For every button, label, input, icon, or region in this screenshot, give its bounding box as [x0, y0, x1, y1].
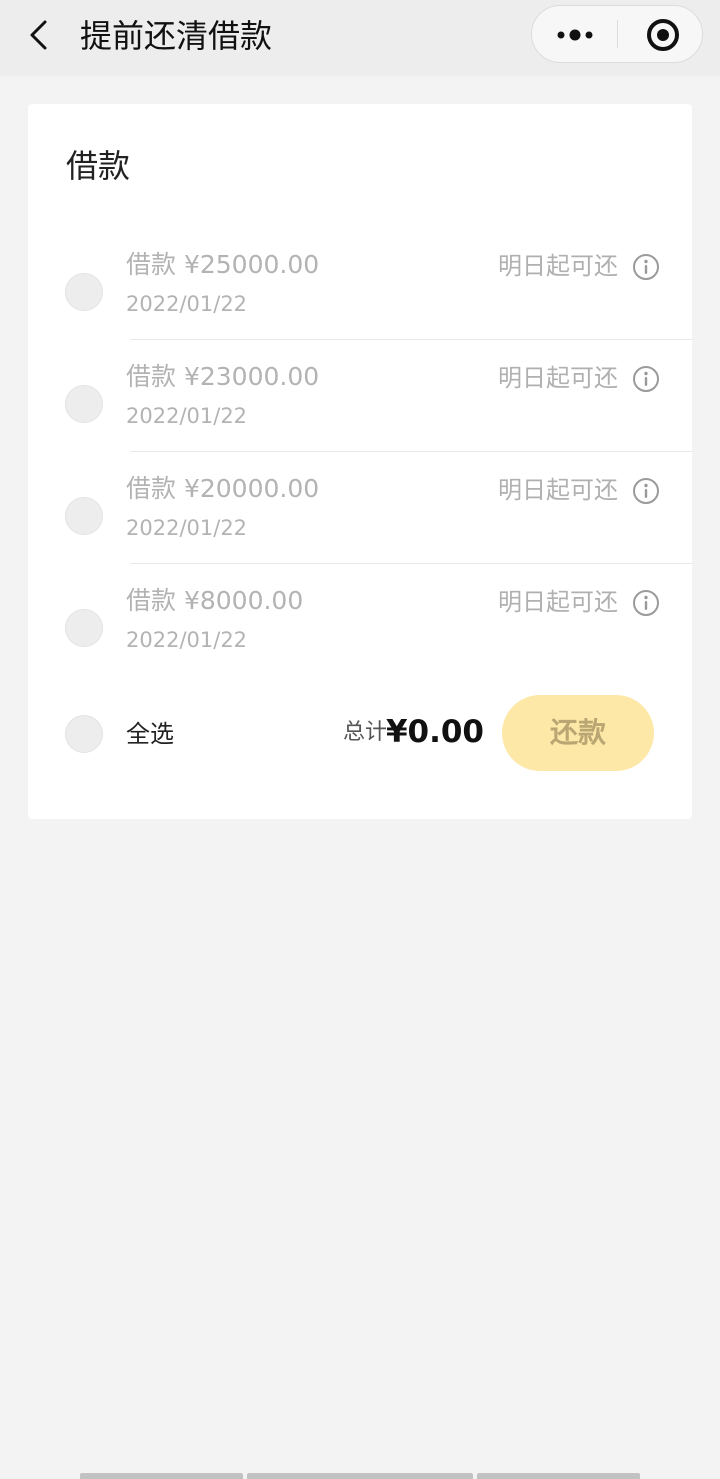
loan-amount: 借款 ¥23000.00 — [126, 362, 320, 391]
loan-amount: 借款 ¥20000.00 — [126, 474, 320, 503]
loan-radio[interactable] — [65, 497, 103, 535]
loan-radio[interactable] — [65, 273, 103, 311]
loan-amount: 借款 ¥25000.00 — [126, 250, 320, 279]
select-all-radio[interactable] — [65, 715, 103, 753]
page-title: 提前还清借款 — [80, 17, 273, 55]
more-button[interactable] — [532, 6, 617, 62]
loan-status: 明日起可还 — [498, 588, 618, 616]
info-icon — [633, 478, 659, 504]
loan-row[interactable]: 借款 ¥8000.00 2022/01/22 明日起可还 — [28, 564, 692, 676]
repay-button[interactable]: 还款 — [502, 695, 654, 771]
home-indicator-segment — [80, 1473, 243, 1479]
loan-date: 2022/01/22 — [126, 628, 248, 652]
total-value: ¥0.00 — [385, 714, 484, 750]
mini-program-capsule — [531, 5, 703, 63]
loan-date: 2022/01/22 — [126, 404, 248, 428]
back-button[interactable] — [18, 14, 62, 58]
loan-row[interactable]: 借款 ¥23000.00 2022/01/22 明日起可还 — [28, 340, 692, 452]
chevron-left-icon — [30, 20, 47, 50]
info-button[interactable] — [632, 365, 660, 393]
loan-row[interactable]: 借款 ¥20000.00 2022/01/22 明日起可还 — [28, 452, 692, 564]
loan-radio[interactable] — [65, 609, 103, 647]
select-all-label[interactable]: 全选 — [126, 718, 174, 750]
target-circle-icon — [647, 19, 679, 51]
loan-date: 2022/01/22 — [126, 292, 248, 316]
info-button[interactable] — [632, 589, 660, 617]
info-icon — [633, 590, 659, 616]
loan-card: 借款 借款 ¥25000.00 2022/01/22 明日起可还 借款 ¥230… — [28, 104, 692, 819]
more-dots-icon — [557, 29, 593, 41]
home-indicator-segment — [477, 1473, 640, 1479]
card-title: 借款 — [66, 147, 131, 185]
loan-amount: 借款 ¥8000.00 — [126, 586, 304, 615]
loan-date: 2022/01/22 — [126, 516, 248, 540]
repay-footer: 全选 总计 ¥0.00 还款 — [28, 694, 692, 774]
info-icon — [633, 366, 659, 392]
info-button[interactable] — [632, 253, 660, 281]
home-indicator-segment — [247, 1473, 473, 1479]
loan-radio[interactable] — [65, 385, 103, 423]
loan-status: 明日起可还 — [498, 476, 618, 504]
close-miniprogram-button[interactable] — [618, 6, 702, 62]
loan-status: 明日起可还 — [498, 364, 618, 392]
loan-status: 明日起可还 — [498, 252, 618, 280]
total-label: 总计 — [342, 720, 387, 745]
loan-row[interactable]: 借款 ¥25000.00 2022/01/22 明日起可还 — [28, 228, 692, 340]
info-button[interactable] — [632, 477, 660, 505]
info-icon — [633, 254, 659, 280]
top-nav-bar: 提前还清借款 — [0, 0, 720, 76]
